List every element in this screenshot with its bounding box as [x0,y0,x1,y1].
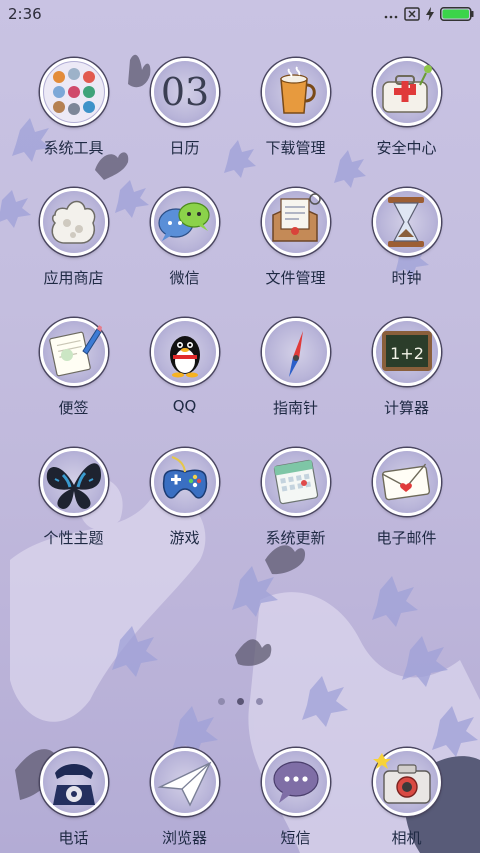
notepad-pencil-icon[interactable] [39,318,108,386]
page-dot-2[interactable] [236,698,244,705]
app-label: 游戏 [169,529,200,547]
dock-camera[interactable]: 相机 [351,748,462,848]
first-aid-kit-icon[interactable] [372,58,441,126]
rotary-phone-icon[interactable] [39,748,108,816]
wechat-bubbles-icon[interactable] [150,188,219,256]
app-label: 安全中心 [376,139,437,157]
chalkboard-text: 1+2 [390,344,424,363]
app-calendar[interactable]: 03 日历 [129,58,240,158]
app-label: 电子邮件 [376,529,437,547]
app-first-aid-kit[interactable]: 安全中心 [351,58,462,158]
envelope-heart-icon[interactable] [372,448,441,516]
page-dot-3[interactable] [255,698,263,705]
app-label: 电话 [58,829,89,847]
charging-bolt-icon [426,7,434,21]
app-file-envelope[interactable]: 文件管理 [240,188,351,288]
speech-bubble-icon[interactable] [261,748,330,816]
qq-penguin-icon[interactable] [150,318,219,386]
app-label: 短信 [280,829,311,847]
shopping-bag-icon[interactable] [39,188,108,256]
paper-plane-icon[interactable] [150,748,219,816]
app-envelope-heart[interactable]: 电子邮件 [351,448,462,548]
app-shopping-bag[interactable]: 应用商店 [18,188,129,288]
app-label: 相机 [391,829,422,847]
app-calendar-update[interactable]: 系统更新 [240,448,351,548]
status-icons [384,6,474,22]
battery-icon [440,7,474,21]
signal-dots-icon [384,15,398,19]
app-gamepad[interactable]: 游戏 [129,448,240,548]
hourglass-icon[interactable] [372,188,441,256]
status-time: 2:36 [8,5,42,23]
app-label: 文件管理 [265,269,326,287]
calendar-day-text: 03 [160,70,208,114]
app-label: 便签 [58,399,89,417]
app-label: 计算器 [383,399,429,417]
app-butterfly[interactable]: 个性主题 [18,448,129,548]
app-label: 下载管理 [265,139,326,157]
dock-paper-plane[interactable]: 浏览器 [129,748,240,848]
chalkboard-icon[interactable]: 1+2 [372,318,441,386]
app-label: 指南针 [272,399,318,417]
app-label: 时钟 [391,269,422,287]
app-label: 系统工具 [43,139,104,157]
dock-rotary-phone[interactable]: 电话 [18,748,129,848]
app-label: 个性主题 [43,529,104,547]
page-indicator[interactable] [0,698,480,705]
calendar-update-icon[interactable] [261,448,330,516]
app-tools-folder[interactable]: 系统工具 [18,58,129,158]
tools-folder-icon[interactable] [39,58,108,126]
dock-speech-bubble[interactable]: 短信 [240,748,351,848]
download-cup-icon[interactable] [261,58,330,126]
app-download-cup[interactable]: 下载管理 [240,58,351,158]
app-hourglass[interactable]: 时钟 [351,188,462,288]
app-label: 应用商店 [43,269,104,287]
app-label: 浏览器 [161,829,207,847]
calendar-icon[interactable]: 03 [150,58,219,126]
status-bar: 2:36 [0,0,480,28]
butterfly-icon[interactable] [39,448,108,516]
app-notepad-pencil[interactable]: 便签 [18,318,129,418]
app-wechat-bubbles[interactable]: 微信 [129,188,240,288]
app-label: 微信 [169,269,200,287]
app-label: QQ [172,397,197,415]
camera-icon[interactable] [372,748,441,816]
file-envelope-icon[interactable] [261,188,330,256]
page-dot-1[interactable] [217,698,225,705]
app-compass-needle[interactable]: 指南针 [240,318,351,418]
app-label: 系统更新 [265,529,326,547]
no-sim-icon [404,7,420,21]
compass-needle-icon[interactable] [261,318,330,386]
app-label: 日历 [169,139,200,157]
app-qq-penguin[interactable]: QQ [129,318,240,415]
gamepad-icon[interactable] [150,448,219,516]
app-chalkboard[interactable]: 1+2 计算器 [351,318,462,418]
